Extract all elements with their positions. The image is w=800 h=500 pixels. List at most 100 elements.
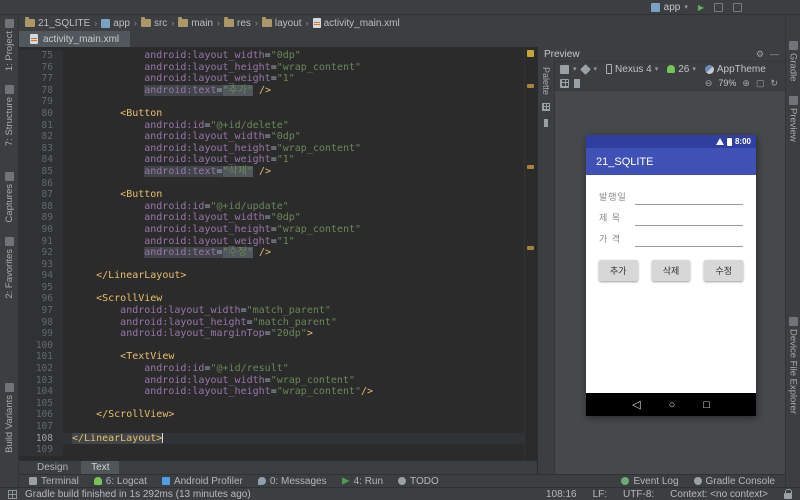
design-surface-icon[interactable] [560, 64, 569, 74]
code-line-75[interactable]: 75 android:layout_width="0dp" [19, 50, 524, 62]
breadcrumb-item-app[interactable]: app [101, 18, 130, 29]
gear-icon[interactable]: ⚙ [756, 49, 764, 60]
file-encoding-indicator[interactable]: UTF-8: [623, 489, 654, 500]
error-stripe-indicator[interactable] [527, 50, 534, 57]
recents-button[interactable]: □ [703, 399, 710, 411]
breadcrumb-item-res[interactable]: res [223, 17, 251, 29]
code-line-109[interactable]: 109 [19, 444, 524, 456]
editor-error-stripe[interactable] [524, 47, 537, 460]
code-line-107[interactable]: 107 [19, 421, 524, 433]
run-configuration-selector[interactable]: app ▾ [650, 2, 688, 13]
code-line-104[interactable]: 104 android:layout_height="wrap_content"… [19, 386, 524, 398]
phone-button-2[interactable]: 삭제 [651, 260, 691, 281]
breadcrumb-item-activity-main-xml[interactable]: activity_main.xml [312, 18, 400, 29]
code-line-89[interactable]: 89 android:layout_width="0dp" [19, 212, 524, 224]
code-line-91[interactable]: 91 android:layout_weight="1" [19, 235, 524, 248]
code-line-103[interactable]: 103 android:layout_width="wrap_content" [19, 374, 524, 387]
device-selector[interactable]: Nexus 4 ▾ [606, 64, 658, 75]
palette-tool-tab[interactable]: Palette [538, 61, 555, 474]
code-line-90[interactable]: 90 android:layout_height="wrap_content" [19, 223, 524, 236]
code-line-95[interactable]: 95 [19, 281, 524, 294]
code-line-79[interactable]: 79 [19, 96, 524, 108]
code-line-105[interactable]: 105 [19, 397, 524, 410]
tool-window-6-logcat[interactable]: 6: Logcat [93, 476, 147, 487]
chevron-down-icon[interactable]: ▾ [594, 65, 598, 73]
status-message[interactable]: Gradle build finished in 1s 292ms (13 mi… [25, 489, 251, 500]
tool-button-device-file-explorer[interactable]: Device File Explorer [788, 317, 799, 414]
chevron-down-icon[interactable]: ▾ [573, 65, 577, 73]
code-line-92[interactable]: 92 android:text="수정" /> [19, 247, 524, 259]
pause-icon[interactable] [574, 78, 580, 88]
code-line-108[interactable]: 108 </LinearLayout> [19, 432, 524, 445]
tool-window-0-messages[interactable]: 0: Messages [257, 476, 327, 487]
warning-stripe-mark[interactable] [527, 165, 534, 169]
warning-stripe-mark[interactable] [527, 84, 534, 88]
minimize-icon[interactable]: — [770, 49, 779, 60]
code-line-101[interactable]: 101 <TextView [19, 351, 524, 364]
code-line-102[interactable]: 102 android:id="@+id/result" [19, 363, 524, 375]
code-line-77[interactable]: 77 android:layout_weight="1" [19, 73, 524, 85]
code-line-85[interactable]: 85 android:text="삭제" /> [19, 165, 524, 178]
line-separator-indicator[interactable]: LF: [593, 489, 607, 500]
tool-button-captures[interactable]: Captures [4, 172, 15, 223]
tool-window-terminal[interactable]: Terminal [29, 476, 79, 487]
zoom-in-button[interactable]: ⊕ [742, 78, 750, 89]
tool-button-2-favorites[interactable]: 2: Favorites [4, 236, 15, 298]
lock-icon[interactable] [784, 488, 792, 499]
tool-button-7-structure[interactable]: 7: Structure [4, 85, 15, 146]
breadcrumb-item-main[interactable]: main [178, 17, 213, 29]
tab-design[interactable]: Design [27, 461, 78, 474]
code-line-106[interactable]: 106 </ScrollView> [19, 409, 524, 421]
tool-button-1-project[interactable]: 1: Project [4, 19, 15, 71]
code-line-82[interactable]: 82 android:layout_width="0dp" [19, 131, 524, 143]
context-indicator[interactable]: Context: <no context> [670, 489, 768, 500]
tool-window-todo[interactable]: TODO [398, 476, 439, 487]
caret-position[interactable]: 108:16 [546, 489, 577, 500]
tool-button-preview[interactable]: Preview [788, 95, 799, 141]
tool-button-gradle[interactable]: Gradle [788, 41, 799, 82]
field-input-underline[interactable] [635, 237, 743, 247]
code-line-98[interactable]: 98 android:layout_height="match_parent" [19, 316, 524, 329]
run-button[interactable]: ▶ [698, 3, 704, 12]
tool-window-4-run[interactable]: 4: Run [341, 476, 383, 487]
code-line-83[interactable]: 83 android:layout_height="wrap_content" [19, 142, 524, 155]
code-line-94[interactable]: 94 </LinearLayout> [19, 270, 524, 282]
zoom-out-button[interactable]: ⊖ [705, 78, 713, 89]
code-line-80[interactable]: 80 <Button [19, 107, 524, 120]
tool-window-android-profiler[interactable]: Android Profiler [161, 476, 243, 487]
breadcrumb-item-layout[interactable]: layout [261, 17, 302, 29]
code-line-81[interactable]: 81 android:id="@+id/delete" [19, 119, 524, 132]
refresh-button[interactable]: ↻ [770, 78, 778, 89]
tab-activity-main-xml[interactable]: activity_main.xml [19, 31, 131, 47]
breadcrumb-item-21-sqlite[interactable]: 21_SQLITE [25, 17, 90, 29]
tool-window-toggle-icon[interactable] [8, 489, 17, 499]
code-line-87[interactable]: 87 <Button [19, 189, 524, 201]
breadcrumb-item-src[interactable]: src [140, 17, 167, 29]
phone-button-1[interactable]: 추가 [599, 260, 638, 281]
zoom-fit-button[interactable]: ▢ [756, 78, 765, 89]
warning-stripe-mark[interactable] [527, 246, 534, 250]
tab-text[interactable]: Text [81, 461, 120, 474]
field-input-underline[interactable] [635, 216, 743, 226]
api-level-selector[interactable]: 26 ▾ [667, 64, 696, 75]
code-line-76[interactable]: 76 android:layout_height="wrap_content" [19, 61, 524, 74]
toolbar-icon[interactable] [733, 2, 742, 12]
theme-selector[interactable]: AppTheme [704, 64, 766, 75]
tool-window-event-log[interactable]: Event Log [621, 476, 679, 487]
toolbar-icon[interactable] [714, 2, 723, 12]
home-button[interactable]: ○ [669, 399, 676, 411]
phone-button-3[interactable]: 수정 [704, 260, 743, 281]
orientation-icon[interactable] [579, 63, 591, 75]
grid-mode-icon[interactable] [560, 78, 569, 88]
code-line-93[interactable]: 93 [19, 258, 524, 271]
code-line-99[interactable]: 99 android:layout_marginTop="20dp"> [19, 328, 524, 340]
code-line-88[interactable]: 88 android:id="@+id/update" [19, 200, 524, 213]
code-line-97[interactable]: 97 android:layout_width="match_parent" [19, 305, 524, 317]
back-button[interactable]: ◁ [632, 398, 640, 411]
code-line-100[interactable]: 100 [19, 339, 524, 352]
code-line-86[interactable]: 86 [19, 177, 524, 190]
code-line-84[interactable]: 84 android:layout_weight="1" [19, 154, 524, 166]
code-line-96[interactable]: 96 <ScrollView [19, 293, 524, 306]
code-editor[interactable]: 75 android:layout_width="0dp" 76 android:… [19, 47, 537, 460]
tool-button-build-variants[interactable]: Build Variants [4, 383, 15, 453]
